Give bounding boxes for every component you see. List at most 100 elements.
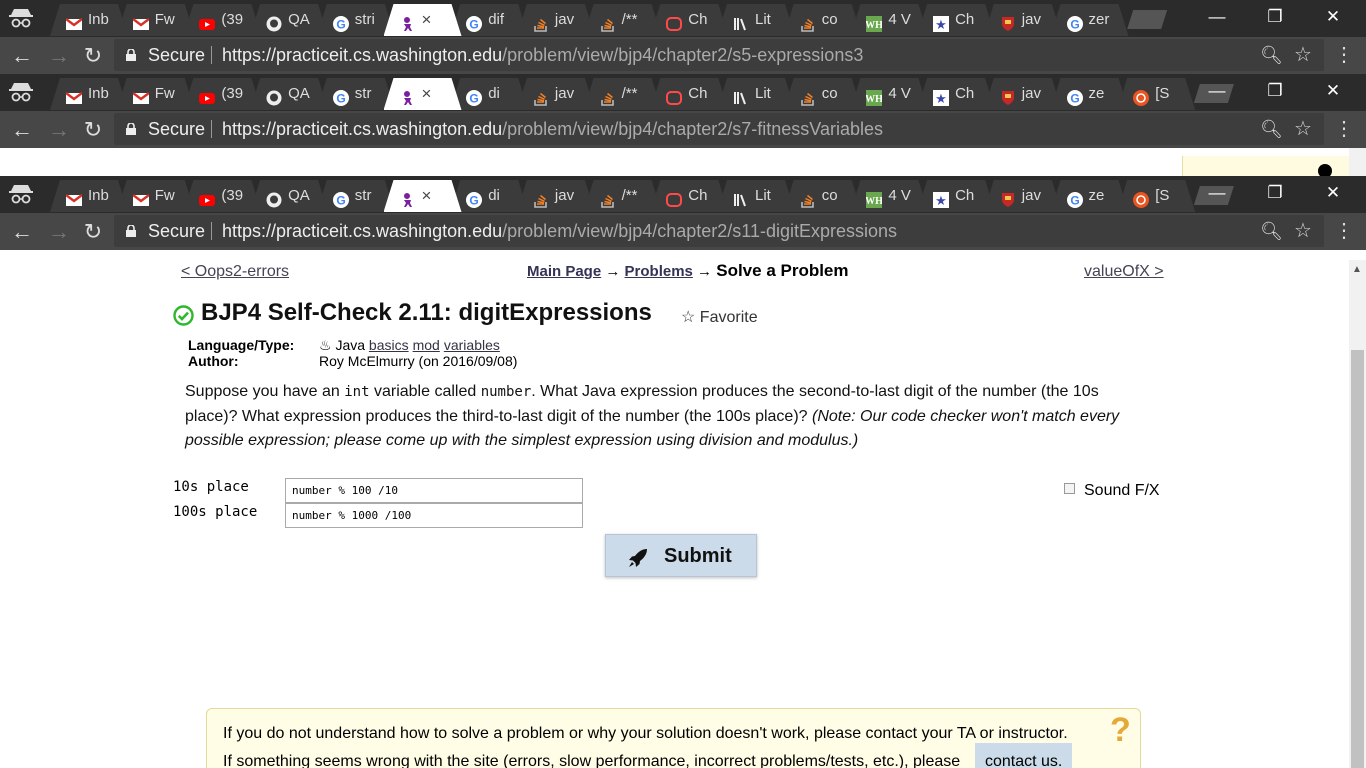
browser-tab[interactable]: QA — [250, 180, 328, 212]
submit-button[interactable]: Submit — [605, 534, 757, 577]
browser-tab[interactable]: Gzer — [1051, 4, 1129, 36]
browser-tab[interactable]: Inb — [50, 180, 128, 212]
forward-button[interactable]: → — [41, 213, 77, 250]
browser-tab[interactable]: co — [784, 4, 862, 36]
page-scrollbar[interactable]: ▲ — [1349, 260, 1366, 768]
browser-tab[interactable]: Ch — [650, 78, 728, 110]
crumb-main-page[interactable]: Main Page — [527, 263, 601, 280]
zoom-icon[interactable]: 🔍︎ — [1260, 45, 1283, 66]
browser-tab[interactable]: Lit — [717, 4, 795, 36]
browser-tab[interactable]: Gze — [1051, 180, 1129, 212]
browser-tab[interactable]: Lit — [717, 180, 795, 212]
browser-tab[interactable]: jav — [517, 4, 595, 36]
browser-tab[interactable]: /** — [584, 78, 662, 110]
address-bar[interactable]: Secure https://practiceit.cs.washington.… — [114, 113, 1324, 145]
menu-dots-icon[interactable]: ⋮ — [1334, 213, 1354, 250]
browser-tab[interactable]: Gze — [1051, 78, 1129, 110]
minimize-icon[interactable]: — — [1188, 0, 1246, 34]
restore-icon[interactable]: ❐ — [1246, 176, 1304, 210]
browser-tab[interactable]: Gdi — [450, 180, 528, 212]
browser-tab[interactable]: (39 — [183, 180, 261, 212]
reload-button[interactable]: ↻ — [75, 213, 111, 250]
minimize-icon[interactable]: — — [1188, 176, 1246, 210]
scroll-up-icon[interactable]: ▲ — [1352, 264, 1362, 275]
browser-tab[interactable]: jav — [517, 180, 595, 212]
browser-tab[interactable]: (39 — [183, 78, 261, 110]
prev-problem-link[interactable]: < Oops2-errors — [181, 263, 289, 281]
browser-tab[interactable]: co — [784, 78, 862, 110]
bookmark-star-icon[interactable]: ☆ — [1294, 116, 1312, 141]
bookmark-star-icon[interactable]: ☆ — [1294, 42, 1312, 67]
browser-tab[interactable]: Gdif — [450, 4, 528, 36]
menu-dots-icon[interactable]: ⋮ — [1334, 111, 1354, 148]
browser-tab[interactable]: jav — [984, 180, 1062, 212]
browser-tab[interactable]: Gstr — [317, 180, 395, 212]
restore-icon[interactable]: ❐ — [1246, 0, 1304, 34]
peek-scrollbar[interactable] — [1349, 148, 1366, 176]
browser-tab[interactable]: jav — [984, 4, 1062, 36]
browser-tab[interactable]: Gdi — [450, 78, 528, 110]
browser-tab[interactable]: Gstr — [317, 78, 395, 110]
answer-input-100s[interactable]: number % 1000 /100 — [285, 503, 583, 528]
browser-tab[interactable]: Inb — [50, 78, 128, 110]
favorite-button[interactable]: ☆ Favorite — [681, 307, 758, 327]
browser-tab[interactable]: [S — [1117, 78, 1195, 110]
close-window-icon[interactable]: ✕ — [1304, 74, 1362, 108]
back-button[interactable]: ← — [4, 213, 40, 250]
next-problem-link[interactable]: valueOfX > — [1084, 263, 1164, 281]
scrollbar-thumb[interactable] — [1351, 350, 1364, 768]
new-tab-button[interactable] — [1127, 10, 1167, 29]
browser-tab[interactable]: /** — [584, 180, 662, 212]
answer-input-10s[interactable]: number % 100 /10 — [285, 478, 583, 503]
address-bar[interactable]: Secure https://practiceit.cs.washington.… — [114, 215, 1324, 247]
bookmark-star-icon[interactable]: ☆ — [1294, 218, 1312, 243]
browser-tab[interactable]: WH 4 V — [850, 78, 928, 110]
browser-tab[interactable]: co — [784, 180, 862, 212]
tag-variables[interactable]: variables — [444, 337, 500, 353]
browser-tab[interactable]: Fw — [117, 78, 195, 110]
back-button[interactable]: ← — [4, 111, 40, 148]
forward-button[interactable]: → — [41, 37, 77, 74]
browser-tab[interactable]: jav — [984, 78, 1062, 110]
menu-dots-icon[interactable]: ⋮ — [1334, 37, 1354, 74]
sound-fx-checkbox[interactable] — [1064, 483, 1075, 494]
browser-tab[interactable]: jav — [517, 78, 595, 110]
back-button[interactable]: ← — [4, 37, 40, 74]
reload-button[interactable]: ↻ — [75, 111, 111, 148]
contact-us-button[interactable]: contact us. — [975, 743, 1073, 768]
browser-tab[interactable]: Ch — [650, 180, 728, 212]
close-window-icon[interactable]: ✕ — [1304, 0, 1362, 34]
browser-tab[interactable]: Fw — [117, 180, 195, 212]
browser-tab[interactable]: (39 — [183, 4, 261, 36]
browser-tab[interactable]: Gstri — [317, 4, 395, 36]
browser-tab[interactable]: Inb — [50, 4, 128, 36]
sound-fx-toggle[interactable]: Sound F/X — [1064, 482, 1160, 500]
browser-tab[interactable]: Ch — [650, 4, 728, 36]
browser-tab[interactable]: Lit — [717, 78, 795, 110]
close-tab-icon[interactable]: × — [422, 4, 432, 36]
zoom-icon[interactable]: 🔍︎ — [1260, 119, 1283, 140]
close-window-icon[interactable]: ✕ — [1304, 176, 1362, 210]
address-bar[interactable]: Secure https://practiceit.cs.washington.… — [114, 39, 1324, 71]
reload-button[interactable]: ↻ — [75, 37, 111, 74]
tag-mod[interactable]: mod — [413, 337, 440, 353]
browser-tab[interactable]: WH 4 V — [850, 4, 928, 36]
browser-tab[interactable]: × — [384, 4, 462, 36]
browser-tab[interactable]: [S — [1117, 180, 1195, 212]
browser-tab[interactable]: ★ Ch — [917, 4, 995, 36]
browser-tab[interactable]: QA — [250, 4, 328, 36]
browser-tab[interactable]: QA — [250, 78, 328, 110]
forward-button[interactable]: → — [41, 111, 77, 148]
zoom-icon[interactable]: 🔍︎ — [1260, 221, 1283, 242]
browser-tab[interactable]: ★ Ch — [917, 180, 995, 212]
browser-tab[interactable]: WH 4 V — [850, 180, 928, 212]
close-tab-icon[interactable]: × — [422, 78, 432, 110]
close-tab-icon[interactable]: × — [422, 180, 432, 212]
crumb-problems[interactable]: Problems — [625, 263, 693, 280]
minimize-icon[interactable]: — — [1188, 74, 1246, 108]
restore-icon[interactable]: ❐ — [1246, 74, 1304, 108]
browser-tab[interactable]: /** — [584, 4, 662, 36]
browser-tab[interactable]: × — [384, 78, 462, 110]
tag-basics[interactable]: basics — [369, 337, 409, 353]
browser-tab[interactable]: × — [384, 180, 462, 212]
